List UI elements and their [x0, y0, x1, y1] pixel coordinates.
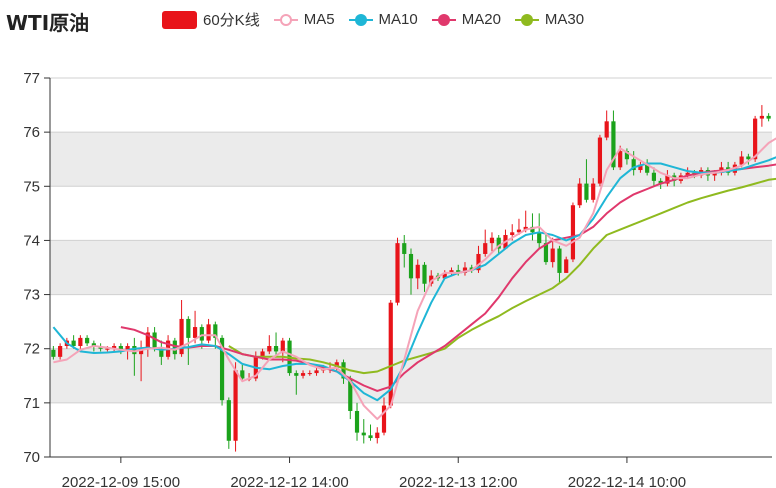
candle-body: [199, 327, 204, 341]
candle-body: [550, 248, 555, 263]
candle-body: [85, 337, 90, 344]
candle: [604, 110, 609, 141]
candle-body: [415, 264, 420, 279]
candle-body: [759, 115, 764, 119]
candle-body: [58, 346, 63, 357]
candle-body: [597, 137, 603, 184]
candle-body: [564, 259, 569, 273]
candle-body: [584, 183, 589, 200]
candle: [530, 213, 535, 241]
candle: [503, 229, 508, 249]
candle-body: [766, 115, 771, 119]
candle-body: [267, 346, 272, 352]
y-tick-label: 76: [23, 124, 40, 141]
y-tick-label: 70: [23, 449, 40, 466]
candle-body: [105, 348, 110, 350]
candle-body: [307, 373, 312, 375]
candle-body: [375, 432, 380, 439]
candle: [78, 335, 83, 349]
candle: [226, 397, 231, 449]
candle-body: [206, 324, 211, 341]
candle: [483, 229, 488, 257]
candle-body: [408, 253, 414, 279]
candle-body: [172, 340, 177, 355]
candle: [543, 232, 549, 265]
candle: [267, 335, 272, 355]
candle-body: [395, 243, 400, 303]
candle-body: [489, 237, 495, 244]
x-tick-label: 2022-12-12 14:00: [230, 474, 348, 488]
candle-body: [186, 318, 191, 338]
y-tick-label: 74: [23, 232, 40, 249]
y-tick-label: 75: [23, 178, 40, 195]
candle-body: [71, 340, 76, 347]
candle-body: [51, 349, 56, 357]
candle-body: [618, 151, 623, 168]
candle-body: [604, 121, 609, 138]
candle-body: [483, 243, 488, 254]
candle: [570, 202, 576, 263]
candle: [233, 362, 238, 452]
candle-body: [570, 205, 576, 260]
candle-body: [537, 232, 542, 244]
candle-body: [557, 248, 562, 273]
candle: [361, 419, 366, 444]
candle: [597, 134, 603, 187]
candlestick-chart: 70 71 72 73 74 75 76 77 2022-12-09 15:00 2022-12-…: [23, 70, 776, 488]
candle-body: [273, 346, 279, 352]
candle-body: [746, 156, 751, 160]
candle-body: [300, 373, 306, 376]
candle: [375, 427, 380, 444]
x-tick-label: 2022-12-09 15:00: [62, 474, 180, 488]
candle-body: [294, 373, 299, 376]
band: [50, 348, 772, 403]
candle-body: [591, 183, 596, 200]
y-tick-label: 73: [23, 287, 40, 304]
candle-body: [510, 232, 515, 236]
candle-body: [132, 346, 137, 355]
y-tick-label: 77: [23, 70, 40, 87]
candle-body: [233, 370, 238, 441]
candle: [759, 105, 764, 127]
candle: [388, 299, 393, 409]
candle-body: [226, 400, 231, 441]
candle-body: [192, 327, 198, 338]
candle-body: [577, 183, 582, 206]
candle: [766, 113, 771, 122]
candle: [368, 424, 373, 441]
candle-body: [78, 337, 83, 347]
candle-body: [280, 340, 285, 352]
candle: [206, 318, 211, 344]
candle: [165, 335, 171, 360]
x-tick-label: 2022-12-14 10:00: [568, 474, 686, 488]
x-tick-label: 2022-12-13 12:00: [399, 474, 517, 488]
candle-body: [753, 118, 758, 160]
y-tick-label: 71: [23, 395, 40, 412]
candle-body: [368, 435, 373, 439]
candle-body: [651, 172, 657, 181]
candle-body: [739, 156, 744, 165]
candle-body: [354, 410, 360, 433]
y-tick-label: 72: [23, 341, 40, 358]
candle-body: [422, 264, 427, 284]
candle: [395, 237, 400, 306]
candle: [354, 402, 360, 441]
candle: [85, 335, 90, 347]
candle-body: [361, 432, 366, 436]
band: [50, 132, 772, 187]
candle-body: [402, 243, 407, 254]
candle-body: [314, 370, 319, 374]
